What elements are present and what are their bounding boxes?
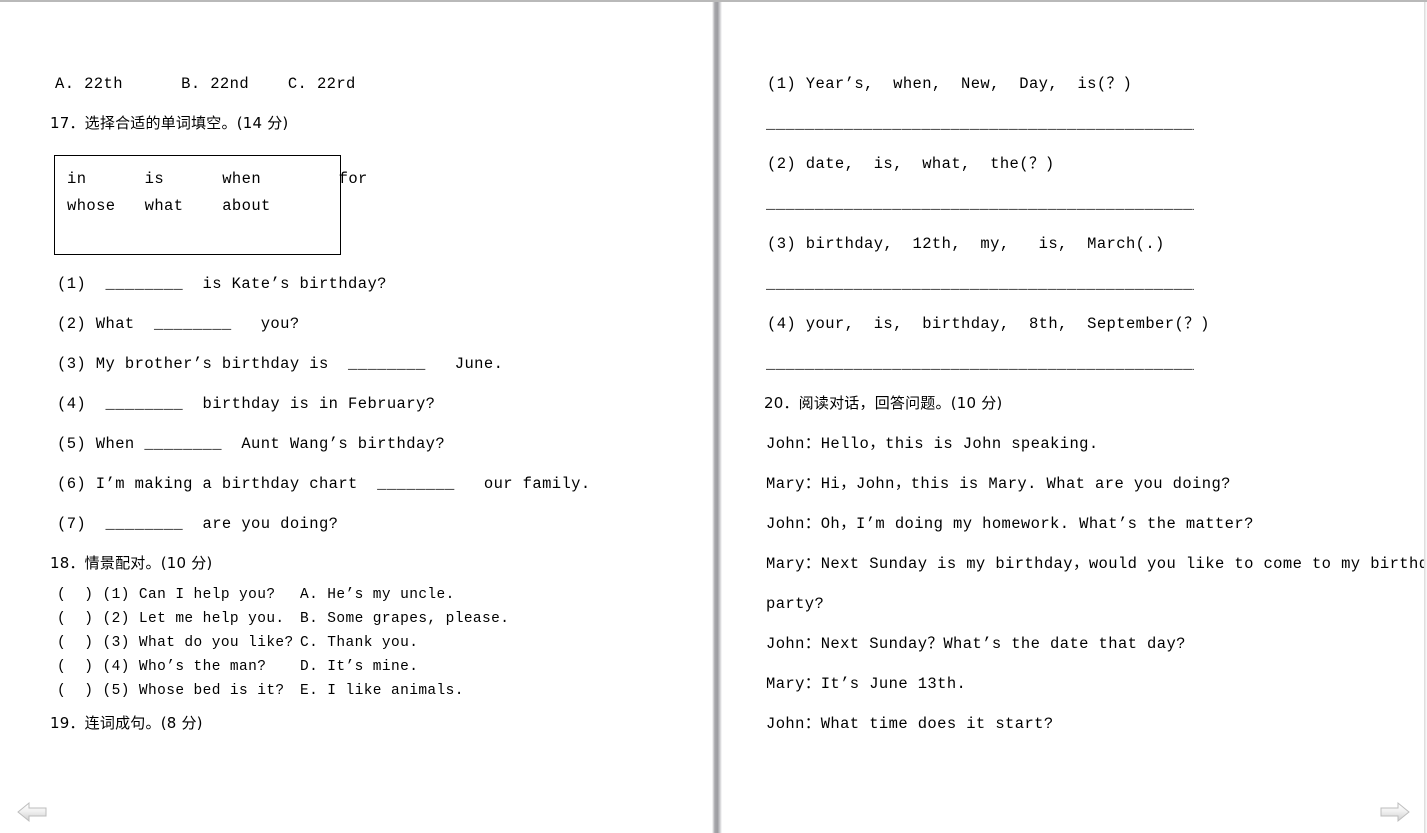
answer-rule-3: ________________________________________… [766, 275, 1194, 293]
match-left-4: ( ) (4) Who’s the man? [57, 659, 267, 675]
reorder-item-2: (2) date, is, what, the(？) [767, 155, 1055, 173]
page-divider [712, 2, 722, 833]
dialogue-line-1: John：Hello，this is John speaking. [766, 435, 1099, 453]
dialogue-line-2: Mary：Hi，John，this is Mary. What are you … [766, 475, 1231, 493]
section-17-heading: 17．选择合适的单词填空。(14 分) [50, 114, 289, 132]
match-left-1: ( ) (1) Can I help you? [57, 587, 276, 603]
match-right-a: A. He’s my uncle. [300, 587, 455, 603]
reorder-item-4: (4) your, is, birthday, 8th, September(？… [767, 315, 1210, 333]
match-left-3: ( ) (3) What do you like? [57, 635, 294, 651]
fill-item-5: (5) When ________ Aunt Wang’s birthday? [57, 435, 446, 453]
page-right: (1) Year’s, when, New, Day, is(？) ______… [722, 2, 1427, 833]
section-18-heading: 18．情景配对。(10 分) [50, 554, 213, 572]
answer-rule-1: ________________________________________… [766, 115, 1194, 133]
match-right-e: E. I like animals. [300, 683, 464, 699]
dialogue-line-3: John：Oh，I’m doing my homework. What’s th… [766, 515, 1254, 533]
dialogue-line-6: John：Next Sunday？What’s the date that da… [766, 635, 1186, 653]
fill-item-7: (7) ________ are you doing? [57, 515, 339, 533]
previous-page-button[interactable] [14, 797, 58, 827]
match-left-5: ( ) (5) Whose bed is it? [57, 683, 285, 699]
answer-rule-4: ________________________________________… [766, 355, 1194, 373]
word-bank-box: in is when for whose what about [54, 155, 367, 255]
dialogue-line-8: John：What time does it start? [766, 715, 1054, 733]
section-19-heading: 19．连词成句。(8 分) [50, 714, 203, 732]
answer-rule-2: ________________________________________… [766, 195, 1194, 213]
match-right-b: B. Some grapes, please. [300, 611, 510, 627]
fill-item-3: (3) My brother’s birthday is ________ Ju… [57, 355, 504, 373]
choices-line: A. 22th B. 22nd C. 22rd [55, 75, 356, 93]
fill-item-4: (4) ________ birthday is in February? [57, 395, 436, 413]
page-left: A. 22th B. 22nd C. 22rd 17．选择合适的单词填空。(14… [0, 2, 712, 833]
arrow-right-icon [1380, 801, 1410, 823]
dialogue-line-7: Mary：It’s June 13th. [766, 675, 967, 693]
fill-item-1: (1) ________ is Kate’s birthday? [57, 275, 387, 293]
next-page-button[interactable] [1369, 797, 1413, 827]
fill-item-2: (2) What ________ you? [57, 315, 300, 333]
reorder-item-1: (1) Year’s, when, New, Day, is(？) [767, 75, 1133, 93]
reorder-item-3: (3) birthday, 12th, my, is, March(.) [767, 235, 1165, 253]
word-bank-row-1: in is when for [67, 170, 368, 188]
word-bank-row-2: whose what about [67, 197, 271, 215]
section-20-heading: 20．阅读对话，回答问题。(10 分) [764, 394, 1003, 412]
document-viewer: A. 22th B. 22nd C. 22rd 17．选择合适的单词填空。(14… [0, 0, 1427, 833]
match-left-2: ( ) (2) Let me help you. [57, 611, 285, 627]
match-right-d: D. It’s mine. [300, 659, 419, 675]
dialogue-line-5: party? [766, 595, 825, 613]
arrow-left-icon [17, 801, 47, 823]
dialogue-line-4: Mary：Next Sunday is my birthday，would yo… [766, 555, 1427, 573]
match-right-c: C. Thank you. [300, 635, 419, 651]
fill-item-6: (6) I’m making a birthday chart ________… [57, 475, 591, 493]
